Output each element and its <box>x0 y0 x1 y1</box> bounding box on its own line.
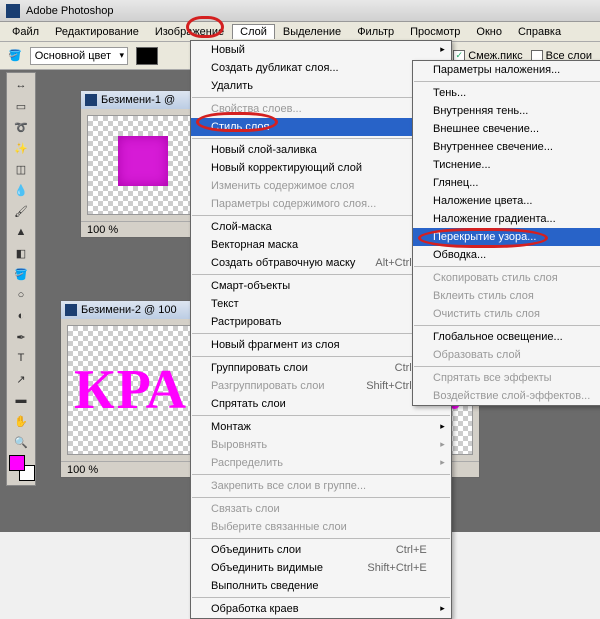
menu-item[interactable]: Глобальное освещение... <box>413 328 600 346</box>
menu-item: Образовать слой <box>413 346 600 364</box>
menu-Справка[interactable]: Справка <box>510 24 569 40</box>
menu-item[interactable]: Тень... <box>413 84 600 102</box>
eraser-tool[interactable]: ◧ <box>9 243 33 263</box>
menu-Изображение[interactable]: Изображение <box>147 24 232 40</box>
menu-item: Воздействие слой-эффектов... <box>413 387 600 405</box>
wand-tool[interactable]: ✨ <box>9 138 33 158</box>
zoom-tool[interactable]: 🔍 <box>9 432 33 452</box>
menu-item[interactable]: Монтаж <box>191 418 451 436</box>
menu-item: Очистить стиль слоя <box>413 305 600 323</box>
brush-tool[interactable]: 🖌 <box>9 201 33 221</box>
doc-icon <box>85 94 97 106</box>
menu-item[interactable]: Внешнее свечение... <box>413 120 600 138</box>
menu-item[interactable]: Выполнить сведение <box>191 577 451 595</box>
color-swap[interactable] <box>9 455 35 481</box>
menu-item[interactable]: Новый <box>191 41 451 59</box>
app-title: Adobe Photoshop <box>26 5 113 17</box>
menu-Просмотр[interactable]: Просмотр <box>402 24 468 40</box>
toolbox[interactable]: ↔ ▭ ➰ ✨ ◫ 💧 🖌 ▲ ◧ 🪣 ○ ◐ ✒ T ↗ ▬ ✋ 🔍 <box>6 72 36 486</box>
path-tool[interactable]: ↗ <box>9 369 33 389</box>
eyedropper-tool[interactable]: 💧 <box>9 180 33 200</box>
hand-tool[interactable]: ✋ <box>9 411 33 431</box>
menu-Слой[interactable]: Слой <box>232 24 275 39</box>
menu-item[interactable]: Тиснение... <box>413 156 600 174</box>
menu-item[interactable]: Внутренняя тень... <box>413 102 600 120</box>
menu-item[interactable]: Глянец... <box>413 174 600 192</box>
menu-item[interactable]: Объединить видимыеShift+Ctrl+E <box>191 559 451 577</box>
color-swatch[interactable] <box>136 47 158 65</box>
menu-item: Закрепить все слои в группе... <box>191 477 451 495</box>
menu-item[interactable]: Наложение градиента... <box>413 210 600 228</box>
crop-tool[interactable]: ◫ <box>9 159 33 179</box>
menu-item[interactable]: Объединить слоиCtrl+E <box>191 541 451 559</box>
menu-Фильтр[interactable]: Фильтр <box>349 24 402 40</box>
stamp-tool[interactable]: ▲ <box>9 222 33 242</box>
pen-tool[interactable]: ✒ <box>9 327 33 347</box>
menu-item[interactable]: Перекрытие узора... <box>413 228 600 246</box>
menu-item[interactable]: Параметры наложения... <box>413 61 600 79</box>
menu-item[interactable]: Внутреннее свечение... <box>413 138 600 156</box>
marquee-tool[interactable]: ▭ <box>9 96 33 116</box>
menu-Редактирование[interactable]: Редактирование <box>47 24 147 40</box>
shape-tool[interactable]: ▬ <box>9 390 33 410</box>
dodge-tool[interactable]: ◐ <box>9 306 33 326</box>
blur-tool[interactable]: ○ <box>9 285 33 305</box>
move-tool[interactable]: ↔ <box>9 75 33 95</box>
menu-Окно[interactable]: Окно <box>468 24 510 40</box>
type-tool[interactable]: T <box>9 348 33 368</box>
menu-item[interactable]: Обводка... <box>413 246 600 264</box>
fill-mode-dropdown[interactable]: Основной цвет <box>30 47 128 65</box>
canvas-text-left: КРА <box>74 362 188 418</box>
layer-style-submenu[interactable]: Параметры наложения... Тень...Внутренняя … <box>412 60 600 406</box>
titlebar: Adobe Photoshop <box>0 0 600 22</box>
doc-icon <box>65 304 77 316</box>
menu-Файл[interactable]: Файл <box>4 24 47 40</box>
menu-item: Скопировать стиль слоя <box>413 269 600 287</box>
app-icon <box>6 4 20 18</box>
menu-item: Вклеить стиль слоя <box>413 287 600 305</box>
menu-item: Связать слои <box>191 500 451 518</box>
menu-Выделение[interactable]: Выделение <box>275 24 349 40</box>
menubar[interactable]: ФайлРедактированиеИзображениеСлойВыделен… <box>0 22 600 42</box>
menu-item: Выровнять <box>191 436 451 454</box>
menu-item[interactable]: Наложение цвета... <box>413 192 600 210</box>
menu-item: Распределить <box>191 454 451 472</box>
menu-item: Спрятать все эффекты <box>413 369 600 387</box>
lasso-tool[interactable]: ➰ <box>9 117 33 137</box>
menu-item[interactable]: Обработка краев <box>191 600 451 618</box>
bucket-icon: 🪣 <box>8 49 22 62</box>
bucket-tool[interactable]: 🪣 <box>9 264 33 284</box>
menu-item: Выберите связанные слои <box>191 518 451 536</box>
